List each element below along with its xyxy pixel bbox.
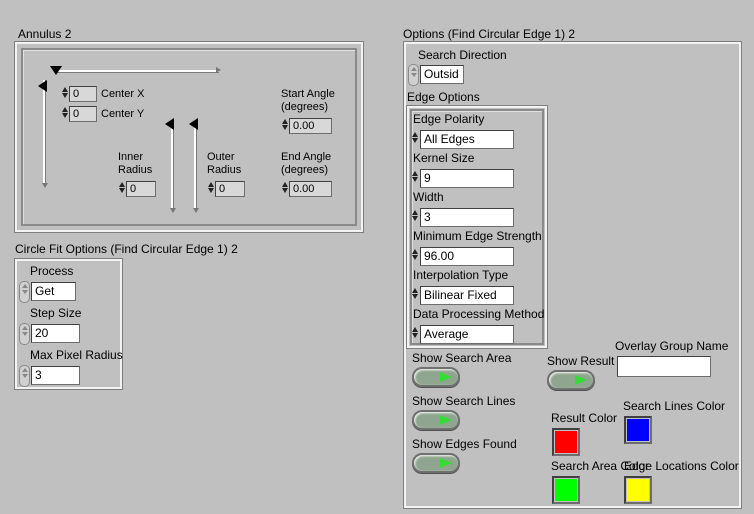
show-result-toggle[interactable] — [547, 370, 595, 390]
overlay-group-name-label: Overlay Group Name — [615, 339, 729, 353]
data-processing-method-field[interactable]: Average — [420, 325, 514, 344]
show-edges-found-toggle[interactable] — [412, 453, 460, 473]
edge-polarity-label: Edge Polarity — [413, 112, 485, 126]
step-size-spinner[interactable] — [19, 323, 30, 345]
center-x-field[interactable]: 0 — [69, 86, 97, 102]
end-angle-label: End Angle (degrees) — [281, 151, 332, 176]
kernel-size-label: Kernel Size — [413, 151, 475, 165]
center-y-field[interactable]: 0 — [69, 106, 97, 122]
step-size-field[interactable]: 20 — [31, 324, 80, 343]
center-x-label: Center X — [101, 88, 145, 100]
interpolation-type-label: Interpolation Type — [413, 268, 509, 282]
center-y-spinner[interactable] — [61, 106, 68, 119]
end-angle-field[interactable]: 0.00 — [289, 181, 332, 197]
interpolation-type-field[interactable]: Bilinear Fixed — [420, 286, 514, 305]
inner-radius-slider-arrow-icon — [170, 208, 176, 213]
step-size-label: Step Size — [30, 306, 82, 320]
search-area-color-swatch[interactable] — [552, 476, 580, 504]
width-field[interactable]: 3 — [420, 208, 514, 227]
search-lines-color-fill — [627, 419, 649, 441]
min-edge-strength-label: Minimum Edge Strength — [413, 229, 542, 243]
width-label: Width — [413, 190, 444, 204]
center-x-slider-track[interactable] — [55, 70, 219, 73]
show-search-lines-toggle[interactable] — [412, 410, 460, 430]
show-result-label: Show Result — [547, 354, 615, 368]
result-color-swatch[interactable] — [552, 428, 580, 456]
led-arrow-icon — [440, 458, 452, 468]
max-pixel-radius-field[interactable]: 3 — [31, 366, 80, 385]
inner-radius-slider-track[interactable] — [171, 122, 174, 208]
outer-radius-label: Outer Radius — [207, 151, 242, 176]
interpolation-type-ring-arrows[interactable] — [411, 287, 418, 300]
outer-radius-slider-track[interactable] — [194, 122, 197, 208]
edge-polarity-ring-arrows[interactable] — [411, 131, 418, 144]
edge-options-title: Edge Options — [407, 90, 480, 104]
inner-radius-slider-thumb[interactable] — [165, 118, 174, 130]
edge-locations-color-fill — [627, 479, 649, 501]
kernel-size-field[interactable]: 9 — [420, 169, 514, 188]
search-direction-field[interactable]: Outsid — [420, 65, 464, 84]
overlay-group-name-input[interactable] — [617, 356, 711, 377]
min-edge-strength-spinner[interactable] — [411, 248, 418, 261]
led-arrow-icon — [575, 375, 587, 385]
annulus-title: Annulus 2 — [18, 27, 72, 41]
edge-locations-color-label: Edge Locations Color — [624, 459, 739, 473]
center-y-slider-track[interactable] — [43, 80, 46, 184]
process-field[interactable]: Get — [31, 282, 76, 301]
center-x-spinner[interactable] — [61, 86, 68, 99]
show-edges-found-label: Show Edges Found — [412, 437, 517, 451]
start-angle-label: Start Angle (degrees) — [281, 88, 335, 113]
result-color-fill — [555, 431, 577, 453]
search-direction-ring-arrows[interactable] — [408, 64, 419, 86]
annulus-inner-panel — [21, 48, 357, 226]
edge-locations-color-swatch[interactable] — [624, 476, 652, 504]
circle-fit-title: Circle Fit Options (Find Circular Edge 1… — [15, 242, 238, 256]
search-direction-label: Search Direction — [418, 48, 507, 62]
inner-radius-field[interactable]: 0 — [126, 181, 156, 197]
center-y-label: Center Y — [101, 108, 145, 120]
inner-radius-label: Inner Radius — [118, 151, 153, 176]
inner-radius-spinner[interactable] — [118, 181, 125, 194]
show-search-lines-label: Show Search Lines — [412, 394, 516, 408]
show-search-area-toggle[interactable] — [412, 367, 460, 387]
center-x-slider-arrow-icon — [216, 67, 221, 73]
data-processing-method-ring-arrows[interactable] — [411, 326, 418, 339]
outer-radius-slider-arrow-icon — [193, 208, 199, 213]
outer-radius-field[interactable]: 0 — [215, 181, 245, 197]
center-y-slider-arrow-icon — [42, 183, 48, 188]
center-x-slider-thumb[interactable] — [50, 66, 62, 75]
width-spinner[interactable] — [411, 209, 418, 222]
end-angle-spinner[interactable] — [281, 181, 288, 194]
show-search-area-label: Show Search Area — [412, 351, 512, 365]
search-lines-color-swatch[interactable] — [624, 416, 652, 444]
process-label: Process — [30, 264, 74, 278]
max-pixel-radius-label: Max Pixel Radius — [30, 348, 123, 362]
search-lines-color-label: Search Lines Color — [623, 399, 726, 413]
start-angle-field[interactable]: 0.00 — [289, 118, 332, 134]
data-processing-method-label: Data Processing Method — [413, 307, 545, 321]
kernel-size-spinner[interactable] — [411, 170, 418, 183]
options-title: Options (Find Circular Edge 1) 2 — [403, 27, 576, 41]
center-y-slider-thumb[interactable] — [38, 80, 47, 92]
edge-polarity-field[interactable]: All Edges — [420, 130, 514, 149]
led-arrow-icon — [440, 415, 452, 425]
outer-radius-spinner[interactable] — [207, 181, 214, 194]
max-pixel-radius-spinner[interactable] — [19, 365, 30, 387]
search-area-color-fill — [555, 479, 577, 501]
outer-radius-slider-thumb[interactable] — [189, 118, 198, 130]
min-edge-strength-field[interactable]: 96.00 — [420, 247, 514, 266]
led-arrow-icon — [440, 372, 452, 382]
process-ring-arrows[interactable] — [19, 281, 30, 303]
result-color-label: Result Color — [551, 411, 618, 425]
start-angle-spinner[interactable] — [281, 118, 288, 131]
